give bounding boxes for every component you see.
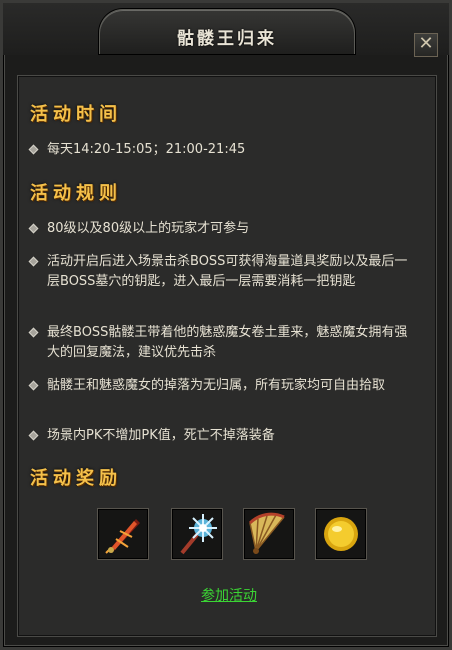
- list-item-text: 活动开启后进入场景击杀BOSS可获得海量道具奖励以及最后一层BOSS墓穴的钥匙，…: [47, 254, 408, 289]
- title-plate: 骷髅王归来: [99, 9, 355, 54]
- section-title-time: 活动时间: [30, 104, 122, 125]
- list-item: 骷髅王和魅惑魔女的掉落为无归属，所有玩家均可自由拾取: [28, 376, 417, 396]
- golden-fan-icon: [248, 512, 285, 554]
- close-icon: ✕: [418, 33, 434, 54]
- list-item-text: 骷髅王和魅惑魔女的掉落为无归属，所有玩家均可自由拾取: [47, 378, 386, 393]
- reward-slot[interactable]: [171, 508, 223, 560]
- window-title: 骷髅王归来: [177, 29, 277, 49]
- section-title-rewards: 活动奖励: [30, 468, 122, 489]
- section-title-rules: 活动规则: [30, 183, 122, 204]
- list-item: 场景内PK不增加PK值，死亡不掉落装备: [28, 426, 417, 446]
- list-item: 活动开启后进入场景击杀BOSS可获得海量道具奖励以及最后一层BOSS墓穴的钥匙，…: [28, 252, 417, 292]
- reward-slot[interactable]: [315, 508, 367, 560]
- close-button[interactable]: ✕: [414, 33, 438, 57]
- title-bar[interactable]: 骷髅王归来 ✕: [3, 3, 449, 57]
- event-window: 骷髅王归来 ✕ 活动时间 每天14:20-15:05；21:00-21:45 活…: [0, 0, 452, 650]
- list-item-text: 每天14:20-15:05；21:00-21:45: [47, 142, 246, 157]
- reward-slot[interactable]: [97, 508, 149, 560]
- list-item: 每天14:20-15:05；21:00-21:45: [28, 140, 417, 160]
- list-item-text: 场景内PK不增加PK值，死亡不掉落装备: [47, 428, 275, 443]
- list-item-text: 最终BOSS骷髅王带着他的魅惑魔女卷土重来，魅惑魔女拥有强大的回复魔法，建议优先…: [47, 325, 408, 360]
- list-item-text: 80级以及80级以上的玩家才可参与: [47, 221, 250, 236]
- join-activity-link[interactable]: 参加活动: [3, 585, 452, 605]
- flame-sword-icon: [105, 519, 140, 554]
- list-item: 最终BOSS骷髅王带着他的魅惑魔女卷土重来，魅惑魔女拥有强大的回复魔法，建议优先…: [28, 323, 417, 363]
- list-item: 80级以及80级以上的玩家才可参与: [28, 219, 417, 239]
- crystal-mace-icon: [180, 514, 217, 555]
- gold-coin-icon: [324, 517, 358, 551]
- reward-slot[interactable]: [243, 508, 295, 560]
